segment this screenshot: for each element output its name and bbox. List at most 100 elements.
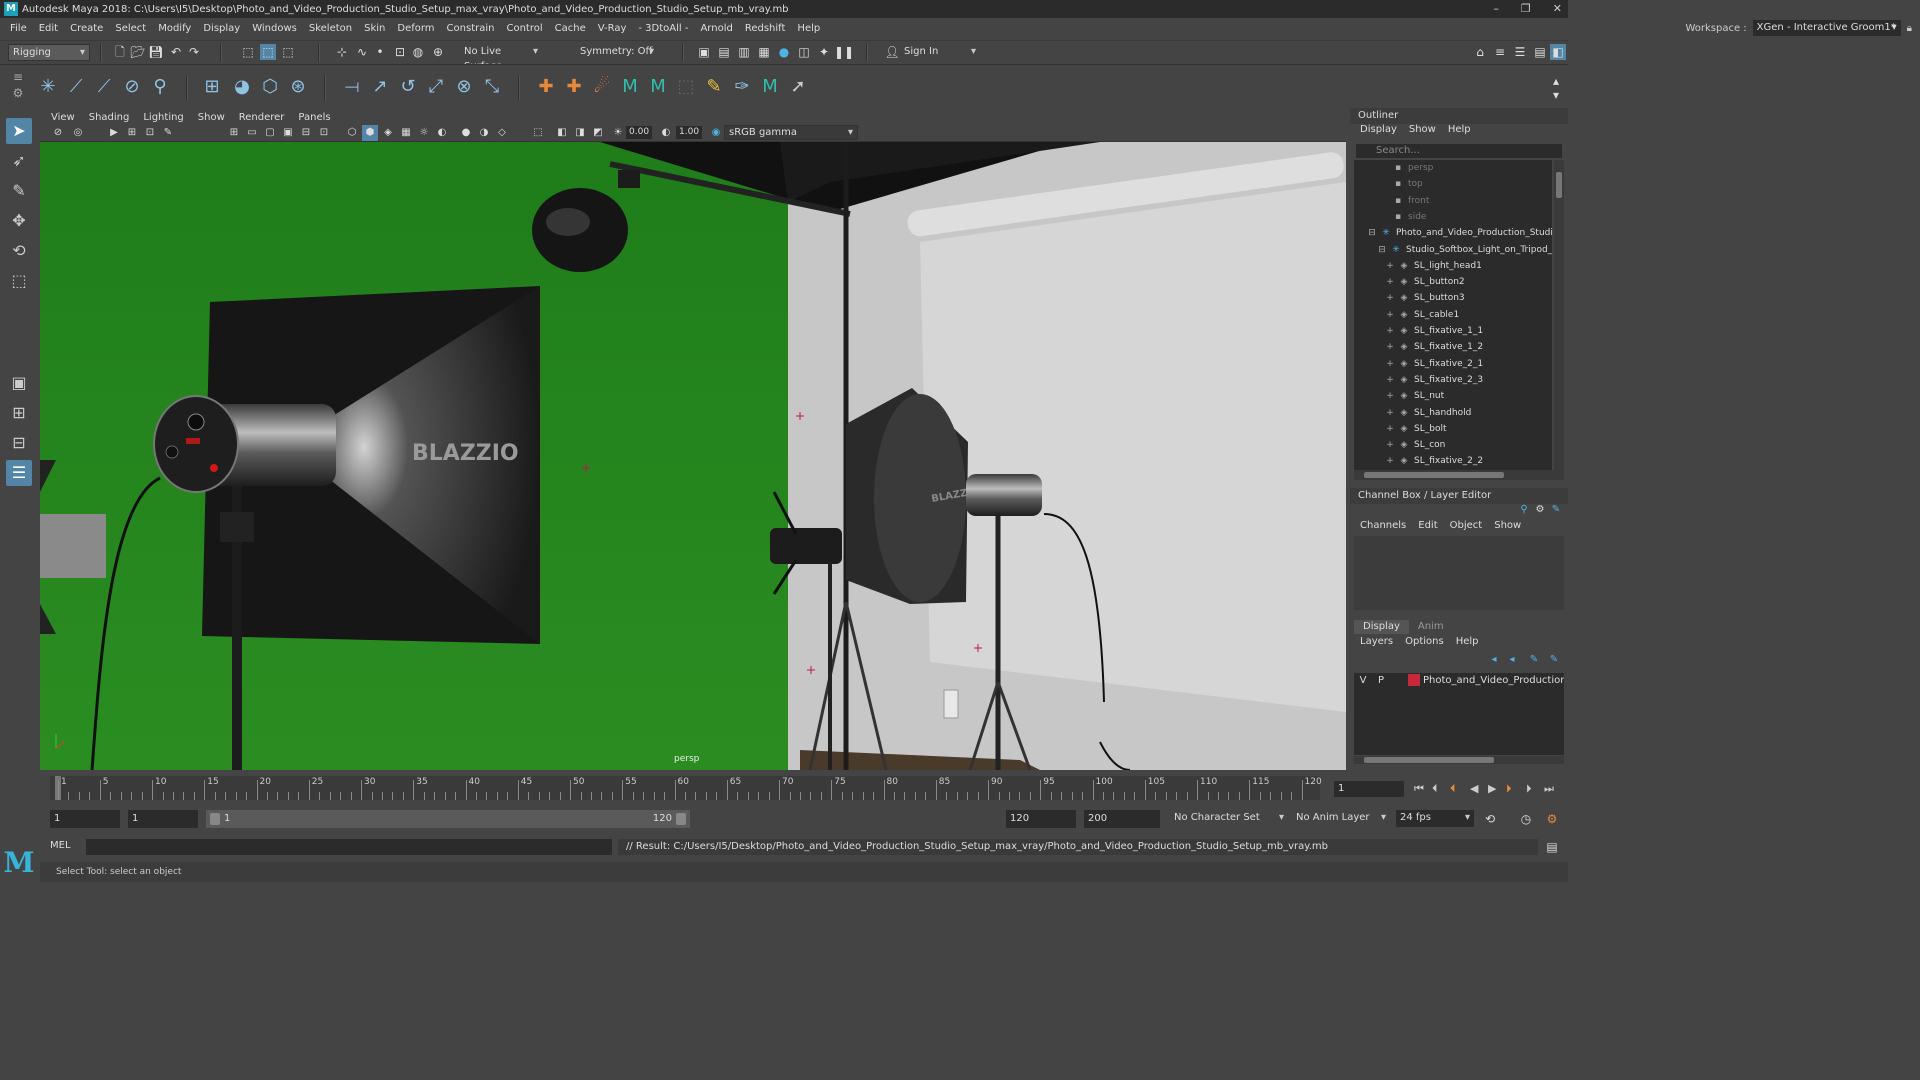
parent-constraint-icon[interactable]: ⊗ (452, 75, 476, 99)
outliner-toggle-icon[interactable]: ◧ (1550, 44, 1566, 60)
panel-menu-item[interactable]: Panels (291, 112, 337, 123)
lock-icon[interactable]: 🔒︎ (1907, 23, 1912, 34)
sculpt-icon[interactable]: ✑ (730, 75, 754, 99)
expand-icon[interactable]: + (1386, 339, 1394, 355)
menu-item[interactable]: Object (1444, 520, 1489, 531)
camera-attributes-icon[interactable]: ◎ (70, 125, 86, 141)
paint-select-tool-icon[interactable]: ✎ (6, 178, 32, 204)
image-plane-icon[interactable]: ⊞ (124, 125, 140, 141)
expand-icon[interactable]: + (1386, 274, 1394, 290)
channel-box-settings-icon[interactable]: ⚙︎ (1532, 502, 1548, 518)
light-editor-icon[interactable]: ✦ (816, 44, 832, 60)
rotate-tool-icon[interactable]: ⟲ (6, 238, 32, 264)
skeleton-icon[interactable]: ☄ (590, 75, 614, 99)
locator-icon[interactable]: ✚ (534, 75, 558, 99)
outliner-item[interactable]: ▪ front (1380, 193, 1429, 209)
menuset-dropdown[interactable]: Rigging (8, 44, 90, 61)
play-backward-icon[interactable]: ◀ (1470, 782, 1478, 795)
wrap-icon[interactable]: ⬡ (258, 75, 282, 99)
render-frame-icon[interactable]: ▤ (716, 44, 732, 60)
menu-item[interactable]: Edit (33, 23, 64, 34)
fps-dropdown[interactable]: 24 fps (1396, 810, 1474, 827)
new-layer-icon[interactable]: ✎ (1526, 652, 1542, 668)
select-object-icon[interactable]: ⬚ (260, 44, 276, 60)
menu-item[interactable]: Display (197, 23, 246, 34)
menu-item[interactable]: Control (500, 23, 548, 34)
menu-item[interactable]: Cache (549, 23, 592, 34)
animation-start-field[interactable]: 1 (50, 810, 120, 828)
script-language-toggle[interactable]: MEL (50, 840, 71, 851)
animation-preferences-icon[interactable]: ⚙︎ (1544, 811, 1560, 827)
menu-item[interactable]: Windows (246, 23, 303, 34)
step-back-frame-icon[interactable]: ⏴ (1450, 782, 1456, 796)
lasso-tool-icon[interactable]: ➶ (6, 148, 32, 174)
hypershade-icon[interactable]: ● (776, 44, 792, 60)
animation-end-field[interactable]: 200 (1084, 810, 1160, 828)
select-component-icon[interactable]: ⬚ (280, 44, 296, 60)
outliner-horizontal-scrollbar[interactable] (1354, 470, 1564, 480)
wireframe-on-shaded-icon[interactable]: ◈ (380, 125, 396, 141)
menu-item[interactable]: File (4, 23, 33, 34)
wireframe-icon[interactable]: ⬡ (344, 125, 360, 141)
range-end-handle[interactable] (676, 813, 686, 825)
panel-menu-item[interactable]: Renderer (232, 112, 292, 123)
render-setup-icon[interactable]: ◫ (796, 44, 812, 60)
redo-icon[interactable]: ↷ (186, 44, 202, 60)
outliner-item[interactable]: + ◈ SL_bolt (1386, 421, 1446, 437)
menu-item[interactable]: Help (1450, 636, 1485, 647)
outliner-item[interactable]: + ◈ SL_cable1 (1386, 307, 1459, 323)
live-surface-field[interactable]: No Live Surface (460, 44, 542, 72)
menu-item[interactable]: Skeleton (303, 23, 358, 34)
grease-pencil-icon[interactable]: ✎ (160, 125, 176, 141)
outliner-item[interactable]: ⊟ ✳ Studio_Softbox_Light_on_Tripod_0( (1378, 242, 1552, 258)
symmetry-field[interactable]: Symmetry: Off (576, 44, 658, 61)
playback-end-field[interactable]: 120 (1006, 810, 1076, 828)
ik-fk-icon[interactable]: ✚ (562, 75, 586, 99)
snap-view-icon[interactable]: ⊡ (392, 44, 408, 60)
isolate-select-icon[interactable]: ⬚ (530, 125, 546, 141)
menu-item[interactable]: Channels (1354, 520, 1412, 531)
outliner-item[interactable]: + ◈ SL_fixative_2_2 (1386, 453, 1483, 469)
sign-in-button[interactable]: Sign In (900, 44, 980, 61)
channel-box-edit-icon[interactable]: ✎ (1548, 502, 1564, 518)
smooth-shade-icon[interactable]: ⬢ (362, 125, 378, 141)
layer-visibility-toggle[interactable]: V (1354, 673, 1372, 689)
expand-icon[interactable]: + (1386, 405, 1394, 421)
snap-grid-icon[interactable]: ⊹ (334, 44, 350, 60)
outliner-item[interactable]: + ◈ SL_fixative_1_2 (1386, 339, 1483, 355)
menu-item[interactable]: Modify (152, 23, 197, 34)
playback-start-field[interactable]: 1 (128, 810, 198, 828)
xray-components-icon[interactable]: ◩ (590, 125, 606, 141)
tab-display[interactable]: Display (1354, 620, 1409, 634)
resolution-gate-icon[interactable]: ▢ (262, 125, 278, 141)
outliner-search-input[interactable]: Search... (1356, 144, 1562, 158)
safe-action-icon[interactable]: ⊡ (316, 125, 332, 141)
gamma-icon[interactable]: ◐ (658, 125, 674, 141)
undo-icon[interactable]: ↶ (168, 44, 184, 60)
create-joint-icon[interactable]: ✳ (36, 75, 60, 99)
menu-item[interactable]: Create (64, 23, 109, 34)
select-hierarchy-icon[interactable]: ⬚ (240, 44, 256, 60)
command-input[interactable] (86, 839, 612, 855)
exposure-field[interactable]: 0.00 (626, 126, 652, 139)
auto-key-icon[interactable]: ◷ (1518, 811, 1534, 827)
collapse-icon[interactable]: ⊟ (1378, 242, 1386, 258)
layer-playback-toggle[interactable]: P (1372, 673, 1390, 689)
loop-icon[interactable]: ⟲ (1482, 811, 1498, 827)
expand-icon[interactable]: + (1386, 372, 1394, 388)
outliner-item[interactable]: + ◈ SL_fixative_2_1 (1386, 356, 1483, 372)
expand-icon[interactable]: + (1386, 388, 1394, 404)
range-slider[interactable]: 1 120 (206, 810, 690, 828)
wire-icon[interactable]: ⊛ (286, 75, 310, 99)
ipr-render-icon[interactable]: ▥ (736, 44, 752, 60)
modeling-toolkit-icon[interactable]: ⌂ (1472, 44, 1488, 60)
expand-icon[interactable]: + (1386, 421, 1394, 437)
menu-item[interactable]: Show (1403, 124, 1442, 138)
shelf-settings-icon[interactable]: ⚙︎ (10, 85, 26, 101)
attribute-editor-icon[interactable]: ≡ (1492, 44, 1508, 60)
menu-item[interactable]: Skin (358, 23, 391, 34)
gate-mask-icon[interactable]: ▣ (280, 125, 296, 141)
menu-item[interactable]: Arnold (694, 23, 738, 34)
menu-item[interactable]: Layers (1354, 636, 1399, 647)
menu-item[interactable]: Constrain (441, 23, 501, 34)
